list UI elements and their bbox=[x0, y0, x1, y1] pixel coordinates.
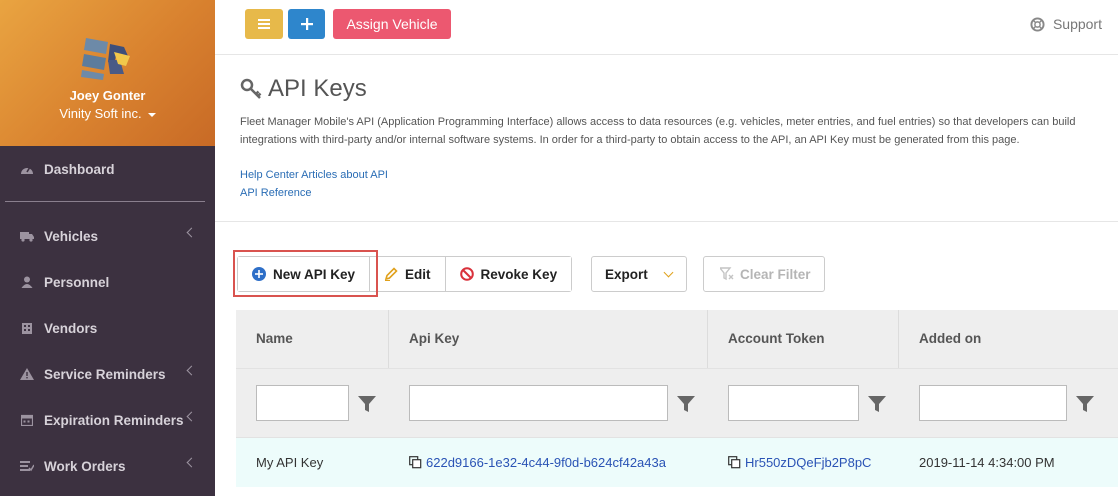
warning-icon bbox=[20, 367, 34, 381]
sidebar-item-label: Service Reminders bbox=[44, 366, 166, 382]
grid-filter-row bbox=[236, 368, 1118, 437]
building-icon bbox=[20, 321, 34, 335]
sidebar-item-dashboard[interactable]: Dashboard bbox=[0, 149, 215, 189]
key-icon bbox=[240, 78, 262, 99]
sidebar-item-label: Vendors bbox=[44, 320, 98, 336]
clear-filter-label: Clear Filter bbox=[740, 266, 811, 282]
filter-icon[interactable] bbox=[1076, 396, 1094, 412]
sidebar-header: Joey Gonter Vinity Soft inc. bbox=[0, 0, 215, 146]
column-divider bbox=[388, 310, 389, 368]
grid-header-row: Name Api Key Account Token Added on bbox=[236, 310, 1118, 368]
revoke-key-button[interactable]: Revoke Key bbox=[444, 257, 572, 291]
chevron-left-icon bbox=[186, 411, 197, 422]
export-label: Export bbox=[605, 266, 648, 282]
chevron-left-icon bbox=[186, 227, 197, 238]
sidebar-item-work-orders[interactable]: Work Orders bbox=[0, 446, 215, 486]
edit-label: Edit bbox=[405, 266, 431, 282]
sidebar-item-label: Vehicles bbox=[44, 228, 99, 244]
sidebar-item-expiration-reminders[interactable]: Expiration Reminders bbox=[0, 400, 215, 440]
top-divider bbox=[215, 54, 1118, 55]
edit-button[interactable]: Edit bbox=[369, 257, 445, 291]
plus-icon bbox=[300, 18, 313, 30]
cell-account-token[interactable]: Hr550zDQeFjb2P8pC bbox=[728, 455, 871, 470]
copy-icon[interactable] bbox=[409, 456, 422, 469]
chevron-down-icon bbox=[663, 267, 674, 278]
account-token-filter-input[interactable] bbox=[728, 385, 859, 421]
name-filter-input[interactable] bbox=[256, 385, 349, 421]
cell-name: My API Key bbox=[256, 455, 324, 470]
added-on-filter-input[interactable] bbox=[919, 385, 1067, 421]
calendar-icon bbox=[20, 413, 34, 427]
company-logo bbox=[81, 38, 130, 80]
account-token-value: Hr550zDQeFjb2P8pC bbox=[745, 455, 872, 470]
truck-icon bbox=[20, 229, 34, 243]
export-dropdown[interactable]: Export bbox=[591, 256, 687, 292]
copy-icon[interactable] bbox=[728, 456, 741, 469]
life-ring-icon bbox=[1030, 16, 1045, 32]
user-icon bbox=[20, 275, 34, 289]
clear-filter-button[interactable]: Clear Filter bbox=[703, 256, 825, 292]
support-link[interactable]: Support bbox=[1030, 16, 1102, 32]
sidebar-item-label: Work Orders bbox=[44, 458, 126, 474]
sidebar-item-vendors[interactable]: Vendors bbox=[0, 308, 215, 348]
sidebar-item-label: Dashboard bbox=[44, 161, 115, 177]
sidebar-item-service-reminders[interactable]: Service Reminders bbox=[0, 354, 215, 394]
assign-vehicle-button[interactable]: Assign Vehicle bbox=[333, 9, 451, 39]
highlight-box bbox=[233, 250, 378, 297]
api-reference-link[interactable]: API Reference bbox=[240, 187, 312, 199]
sidebar-divider bbox=[5, 201, 205, 202]
column-header-account-token[interactable]: Account Token bbox=[728, 331, 825, 346]
api-key-filter-input[interactable] bbox=[409, 385, 668, 421]
column-divider bbox=[898, 310, 899, 368]
filter-icon[interactable] bbox=[868, 396, 886, 412]
column-header-added-on[interactable]: Added on bbox=[919, 331, 981, 346]
column-header-api-key[interactable]: Api Key bbox=[409, 331, 459, 346]
chevron-left-icon bbox=[186, 365, 197, 376]
table-row[interactable]: My API Key 622d9166-1e32-4c44-9f0d-b624c… bbox=[236, 437, 1118, 487]
cell-api-key[interactable]: 622d9166-1e32-4c44-9f0d-b624cf42a43a bbox=[409, 455, 666, 470]
column-divider bbox=[707, 310, 708, 368]
ban-icon bbox=[459, 267, 474, 281]
sidebar: Joey Gonter Vinity Soft inc. Dashboard V… bbox=[0, 0, 215, 496]
add-button[interactable] bbox=[288, 9, 325, 39]
company-name: Vinity Soft inc. bbox=[59, 106, 142, 121]
caret-down-icon bbox=[147, 112, 156, 117]
sidebar-item-vehicles[interactable]: Vehicles bbox=[0, 216, 215, 256]
sidebar-item-personnel[interactable]: Personnel bbox=[0, 262, 215, 302]
revoke-key-label: Revoke Key bbox=[480, 266, 558, 282]
page-description: Fleet Manager Mobile's API (Application … bbox=[240, 116, 1076, 146]
pencil-icon bbox=[384, 267, 398, 281]
filter-icon[interactable] bbox=[677, 396, 695, 412]
section-divider bbox=[215, 221, 1118, 222]
hamburger-icon bbox=[258, 19, 270, 29]
dashboard-icon bbox=[20, 162, 34, 176]
cell-added-on: 2019-11-14 4:34:00 PM bbox=[919, 455, 1055, 470]
api-keys-grid: Name Api Key Account Token Added on My A… bbox=[236, 310, 1118, 487]
help-center-link[interactable]: Help Center Articles about API bbox=[240, 169, 388, 181]
page-heading: API Keys bbox=[240, 75, 367, 103]
filter-icon[interactable] bbox=[358, 396, 376, 412]
column-header-name[interactable]: Name bbox=[256, 331, 293, 346]
sidebar-item-label: Expiration Reminders bbox=[44, 412, 184, 428]
menu-toggle-button[interactable] bbox=[245, 9, 283, 39]
company-switcher[interactable]: Vinity Soft inc. bbox=[0, 106, 215, 121]
list-icon bbox=[20, 459, 34, 473]
api-key-value: 622d9166-1e32-4c44-9f0d-b624cf42a43a bbox=[426, 455, 666, 470]
sidebar-item-label: Personnel bbox=[44, 274, 110, 290]
user-name: Joey Gonter bbox=[69, 88, 146, 103]
chevron-left-icon bbox=[186, 457, 197, 468]
page-title: API Keys bbox=[268, 75, 367, 102]
filter-clear-icon bbox=[720, 267, 734, 281]
support-label: Support bbox=[1052, 16, 1102, 32]
